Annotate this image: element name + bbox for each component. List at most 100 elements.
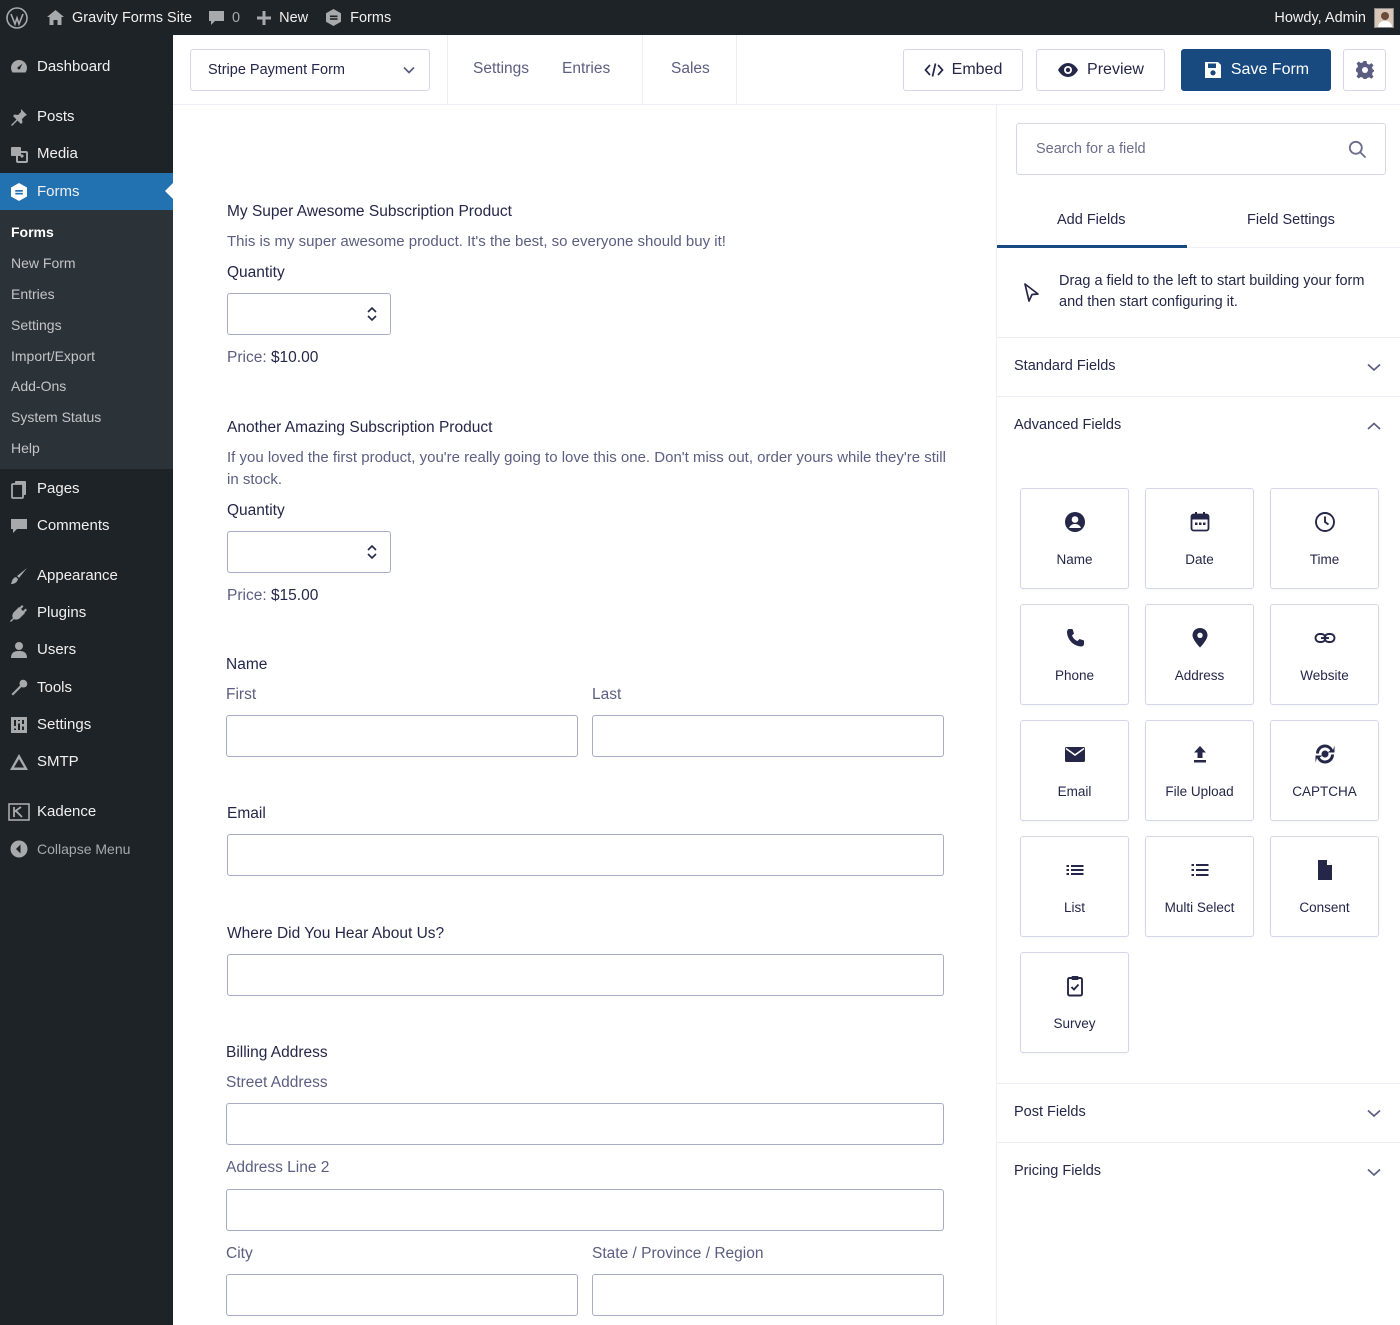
link-icon: [1314, 633, 1335, 643]
tab-sales[interactable]: Sales: [671, 60, 710, 78]
pricing-fields-section[interactable]: Pricing Fields: [997, 1142, 1400, 1201]
my-account-link[interactable]: Howdy, Admin: [1266, 0, 1400, 35]
post-fields-section[interactable]: Post Fields: [997, 1083, 1400, 1142]
standard-fields-section[interactable]: Standard Fields: [997, 337, 1400, 396]
admin-sidebar: Dashboard Posts Media Forms Forms New Fo…: [0, 35, 173, 1325]
sidebar-item-forms[interactable]: Forms: [0, 173, 173, 210]
field-tile-label: Email: [1057, 784, 1092, 799]
forms-link[interactable]: Forms: [316, 0, 399, 35]
submenu-item-add-ons[interactable]: Add-Ons: [11, 378, 66, 394]
street-address-input[interactable]: [226, 1103, 944, 1145]
state-input[interactable]: [592, 1274, 944, 1316]
form-switcher-select[interactable]: Stripe Payment Form: [190, 49, 430, 91]
sidebar-item-users[interactable]: Users: [0, 631, 173, 668]
product2-quantity-input[interactable]: [227, 531, 391, 573]
save-form-button[interactable]: Save Form: [1181, 49, 1331, 91]
field-tile-phone[interactable]: Phone: [1020, 604, 1129, 705]
form-canvas: My Super Awesome Subscription Product Th…: [173, 105, 996, 1325]
sidebar-item-appearance[interactable]: Appearance: [0, 557, 173, 594]
field-tile-multi-select[interactable]: Multi Select: [1145, 836, 1254, 937]
email-input[interactable]: [227, 834, 944, 876]
field-tile-captcha[interactable]: CAPTCHA: [1270, 720, 1379, 821]
last-name-input[interactable]: [592, 715, 944, 757]
field-tile-list[interactable]: List: [1020, 836, 1129, 937]
settings-sliders-icon: [10, 716, 27, 733]
first-name-sublabel: First: [226, 686, 257, 703]
field-tile-name[interactable]: Name: [1020, 488, 1129, 589]
new-content-link[interactable]: New: [248, 0, 316, 35]
eye-icon: [1058, 63, 1079, 77]
price-label: Price:: [227, 587, 267, 604]
sidebar-label-media: Media: [37, 145, 78, 162]
sidebar-label-smtp: SMTP: [37, 753, 79, 770]
product2-quantity-label: Quantity: [227, 502, 285, 519]
city-input[interactable]: [226, 1274, 578, 1316]
site-name-link[interactable]: Gravity Forms Site: [38, 0, 200, 35]
field-tile-email[interactable]: Email: [1020, 720, 1129, 821]
comment-bubble-icon: [209, 10, 225, 25]
sidebar-item-dashboard[interactable]: Dashboard: [0, 48, 173, 85]
sidebar-item-comments[interactable]: Comments: [0, 507, 173, 544]
sidebar-item-pages[interactable]: Pages: [0, 470, 173, 507]
sidebar-label-forms: Forms: [37, 183, 80, 200]
price-value: $15.00: [270, 587, 319, 604]
field-tile-date[interactable]: Date: [1145, 488, 1254, 589]
field-tile-website[interactable]: Website: [1270, 604, 1379, 705]
tab-add-fields[interactable]: Add Fields: [1057, 212, 1126, 228]
sidebar-item-media[interactable]: Media: [0, 135, 173, 172]
sidebar-item-smtp[interactable]: SMTP: [0, 743, 173, 780]
submenu-item-help[interactable]: Help: [11, 440, 40, 456]
field-tile-file-upload[interactable]: File Upload: [1145, 720, 1254, 821]
submenu-item-settings[interactable]: Settings: [11, 317, 62, 333]
address-line2-input[interactable]: [226, 1189, 944, 1231]
field-search-input[interactable]: [1017, 124, 1385, 174]
hear-about-us-input[interactable]: [227, 954, 944, 996]
submenu-item-new-form[interactable]: New Form: [11, 255, 76, 271]
submenu-item-entries[interactable]: Entries: [11, 286, 55, 302]
sidebar-item-posts[interactable]: Posts: [0, 98, 173, 135]
field-tile-address[interactable]: Address: [1145, 604, 1254, 705]
submenu-item-system-status[interactable]: System Status: [11, 409, 101, 425]
form-settings-gear-button[interactable]: [1343, 49, 1386, 91]
field-tile-label: Website: [1300, 668, 1349, 683]
new-label: New: [279, 9, 309, 26]
comments-link[interactable]: 0: [200, 0, 248, 35]
advanced-fields-title: Advanced Fields: [1014, 417, 1122, 433]
gravity-forms-icon: [326, 9, 342, 26]
sidebar-item-plugins[interactable]: Plugins: [0, 594, 173, 631]
field-tile-survey[interactable]: Survey: [1020, 952, 1129, 1053]
home-icon: [47, 10, 64, 25]
site-name: Gravity Forms Site: [72, 9, 193, 26]
sidebar-label-pages: Pages: [37, 480, 80, 497]
chevron-up-icon: [1367, 422, 1381, 430]
clipboard-check-icon: [1066, 976, 1083, 997]
tab-settings[interactable]: Settings: [473, 60, 529, 78]
hear-about-us-label: Where Did You Hear About Us?: [227, 925, 445, 942]
howdy-text: Howdy, Admin: [1274, 9, 1366, 26]
collapse-menu-button[interactable]: Collapse Menu: [0, 830, 173, 867]
avatar: [1374, 7, 1394, 28]
tab-entries[interactable]: Entries: [562, 60, 610, 78]
code-icon: [923, 63, 944, 77]
sidebar-item-kadence[interactable]: Kadence: [0, 793, 173, 830]
tab-field-settings[interactable]: Field Settings: [1247, 212, 1335, 228]
list-icon: [1066, 865, 1083, 875]
wordpress-logo-button[interactable]: [0, 0, 38, 35]
embed-button[interactable]: Embed: [903, 49, 1023, 91]
city-sublabel: City: [226, 1245, 253, 1262]
field-tile-time[interactable]: Time: [1270, 488, 1379, 589]
first-name-input[interactable]: [226, 715, 578, 757]
product1-quantity-input[interactable]: [227, 293, 391, 335]
collapse-menu-label: Collapse Menu: [37, 840, 131, 857]
submenu-item-import-export[interactable]: Import/Export: [11, 348, 95, 364]
product1-price: Price: $10.00: [227, 349, 318, 367]
advanced-fields-section[interactable]: Advanced Fields: [997, 396, 1400, 455]
kadence-icon: [7, 802, 30, 821]
spinner-arrows-icon: [367, 306, 377, 322]
sidebar-item-settings[interactable]: Settings: [0, 706, 173, 743]
submenu-item-forms[interactable]: Forms: [11, 224, 54, 240]
field-tile-consent[interactable]: Consent: [1270, 836, 1379, 937]
last-name-sublabel: Last: [592, 686, 622, 703]
preview-button[interactable]: Preview: [1036, 49, 1165, 91]
sidebar-item-tools[interactable]: Tools: [0, 669, 173, 706]
